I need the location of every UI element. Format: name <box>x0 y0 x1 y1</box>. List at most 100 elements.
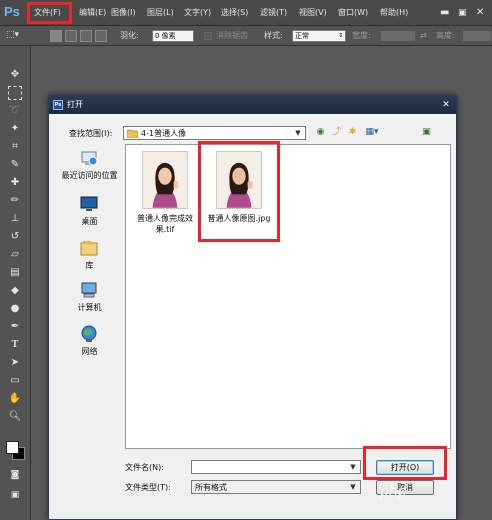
menu-window[interactable]: 窗口(W) <box>338 7 368 19</box>
back-icon[interactable]: ◉ <box>315 127 326 138</box>
filename-input[interactable]: ▼ <box>191 460 361 474</box>
computer-icon <box>81 282 97 298</box>
feather-input[interactable]: 0 像素 <box>152 30 194 42</box>
place-computer[interactable]: 计算机 <box>54 280 125 322</box>
eraser-tool-icon[interactable]: ▱ <box>8 248 22 262</box>
chevron-down-icon: ▼ <box>350 483 356 491</box>
new-selection-button[interactable] <box>50 30 62 42</box>
hand-tool-icon[interactable]: ✋ <box>8 392 22 406</box>
intersect-selection-button[interactable] <box>95 30 107 42</box>
screen-mode-icon[interactable]: ▣ <box>8 488 22 502</box>
file-list: 普通人像完成效果.tif 普通人像原图.jpg <box>125 144 451 449</box>
maximize-button[interactable]: ▣ <box>458 7 467 19</box>
eyedropper-tool-icon[interactable]: ✎ <box>8 158 22 172</box>
pen-tool-icon[interactable]: ✒ <box>8 320 22 334</box>
open-button-highlight <box>363 446 447 480</box>
zoom-tool-icon[interactable]: 🔍︎ <box>8 410 22 424</box>
file-menu-highlight <box>27 2 72 24</box>
antialias-checkbox[interactable] <box>204 32 212 40</box>
type-tool-icon[interactable]: T <box>8 338 22 352</box>
selected-file-highlight <box>198 141 280 242</box>
close-button[interactable]: ✕ <box>476 7 484 19</box>
marquee-tool-icon[interactable] <box>8 86 22 100</box>
menu-bar: Ps 文件(F) 编辑(E) 图像(I) 图层(L) 文字(Y) 选择(S) 滤… <box>0 0 492 26</box>
path-selection-tool-icon[interactable]: ➤ <box>8 356 22 370</box>
filetype-label: 文件类型(T): <box>125 483 171 492</box>
add-selection-button[interactable] <box>65 30 77 42</box>
width-label: 宽度: <box>352 31 371 40</box>
clone-stamp-tool-icon[interactable]: ⊥ <box>8 212 22 226</box>
brush-tool-icon[interactable]: ✏ <box>8 194 22 208</box>
php-watermark: php <box>380 484 407 500</box>
chevron-updown-icon: ⇕ <box>337 32 343 39</box>
tools-panel: ✥ ➰ ✦ ⌗ ✎ ✚ ✏ ⊥ ↺ ▱ ▤ ◆ ● ✒ T ➤ ▭ ✋ 🔍︎ ◙… <box>0 46 31 520</box>
menu-image[interactable]: 图像(I) <box>111 7 136 19</box>
panel-toggle-icon[interactable]: ▣ <box>421 127 432 138</box>
up-folder-icon[interactable]: ⤴ <box>331 127 342 138</box>
place-network[interactable]: 网络 <box>54 324 125 366</box>
move-tool-icon[interactable]: ✥ <box>8 68 22 82</box>
style-label: 样式: <box>264 31 283 40</box>
network-icon <box>81 325 97 342</box>
healing-brush-tool-icon[interactable]: ✚ <box>8 176 22 190</box>
menu-filter[interactable]: 滤镜(T) <box>260 7 287 19</box>
file-name: 普通人像完成效果.tif <box>137 214 193 234</box>
width-input[interactable] <box>380 30 416 42</box>
portrait-thumbnail <box>142 151 188 209</box>
lasso-tool-icon[interactable]: ➰ <box>8 104 22 118</box>
dialog-titlebar[interactable]: Ps 打开 ✕ <box>49 96 456 114</box>
filetype-value: 所有格式 <box>195 483 227 492</box>
dialog-close-icon[interactable]: ✕ <box>440 99 452 111</box>
place-label: 网络 <box>81 347 98 356</box>
photoshop-app-icon: Ps <box>53 100 63 110</box>
height-label: 高度: <box>436 31 455 40</box>
menu-type[interactable]: 文字(Y) <box>184 7 211 19</box>
magic-wand-tool-icon[interactable]: ✦ <box>8 122 22 136</box>
place-recent[interactable]: 最近访问的位置 <box>54 148 125 190</box>
chevron-down-icon: ▼ <box>295 129 301 137</box>
foreground-color-swatch[interactable] <box>6 441 19 454</box>
height-input[interactable] <box>462 30 492 42</box>
desktop-icon <box>80 196 98 211</box>
photoshop-window: Ps 文件(F) 编辑(E) 图像(I) 图层(L) 文字(Y) 选择(S) 滤… <box>0 0 492 520</box>
chevron-down-icon: ▼ <box>350 463 356 471</box>
menu-layer[interactable]: 图层(L) <box>147 7 174 19</box>
subtract-selection-button[interactable] <box>80 30 92 42</box>
shape-tool-icon[interactable]: ▭ <box>8 374 22 388</box>
feather-label: 羽化: <box>120 31 139 40</box>
style-value: 正常 <box>295 32 309 40</box>
swap-icon[interactable]: ⇄ <box>420 31 427 41</box>
blur-tool-icon[interactable]: ◆ <box>8 284 22 298</box>
place-label: 最近访问的位置 <box>61 171 118 180</box>
minimize-button[interactable]: ▬ <box>440 7 449 19</box>
file-item[interactable]: 普通人像完成效果.tif <box>128 151 202 241</box>
gradient-tool-icon[interactable]: ▤ <box>8 266 22 280</box>
folder-icon <box>127 129 138 138</box>
place-desktop[interactable]: 桌面 <box>54 194 125 236</box>
menu-edit[interactable]: 编辑(E) <box>79 7 106 19</box>
photoshop-logo: Ps <box>4 4 20 19</box>
place-label: 计算机 <box>77 303 102 312</box>
marquee-preset-icon[interactable]: ⬚▾ <box>6 30 19 40</box>
filename-label: 文件名(N): <box>125 463 164 472</box>
quick-mask-icon[interactable]: ◙ <box>8 468 22 482</box>
history-brush-tool-icon[interactable]: ↺ <box>8 230 22 244</box>
place-libraries[interactable]: 库 <box>54 238 125 280</box>
menu-help[interactable]: 帮助(H) <box>380 7 408 19</box>
look-in-value: 4-1普通人像 <box>141 129 187 138</box>
view-menu-icon[interactable]: ▦▾ <box>363 127 381 138</box>
menu-select[interactable]: 选择(S) <box>221 7 248 19</box>
options-bar: ⬚▾ 羽化: 0 像素 消除锯齿 样式: 正常 ⇕ 宽度: ⇄ 高度: <box>0 26 492 46</box>
crop-tool-icon[interactable]: ⌗ <box>8 140 22 154</box>
filetype-select[interactable]: 所有格式 ▼ <box>191 480 361 494</box>
libraries-icon <box>80 241 98 256</box>
antialias-label: 消除锯齿 <box>216 31 248 40</box>
new-folder-icon[interactable]: ✱ <box>347 127 358 138</box>
style-select[interactable]: 正常 ⇕ <box>292 30 346 42</box>
recent-places-icon <box>81 151 98 166</box>
dialog-title: 打开 <box>67 100 83 109</box>
menu-view[interactable]: 视图(V) <box>299 7 327 19</box>
place-label: 库 <box>85 261 94 270</box>
dodge-tool-icon[interactable]: ● <box>8 302 22 316</box>
look-in-select[interactable]: 4-1普通人像 ▼ <box>123 126 306 140</box>
